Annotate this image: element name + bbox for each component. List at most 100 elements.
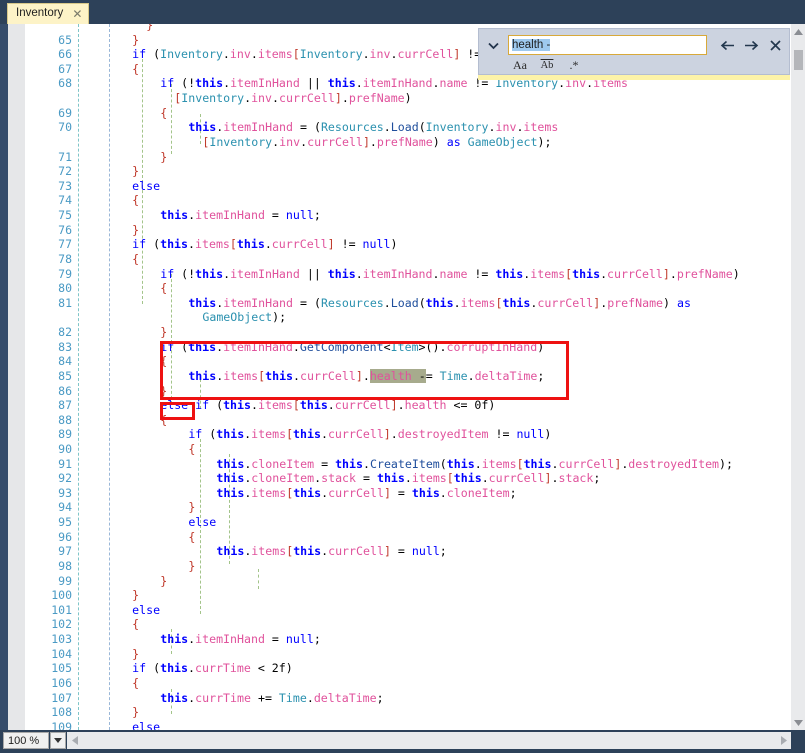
code-line[interactable]: 93 this.items[this.currCell] = this.clone… <box>8 486 791 501</box>
close-icon[interactable] <box>765 35 785 55</box>
code-line[interactable]: 106 { <box>8 676 791 691</box>
code-line[interactable]: 107 this.currTime += Time.deltaTime; <box>8 691 791 706</box>
code-line[interactable]: 104} <box>8 647 791 662</box>
code-line[interactable]: 95 else <box>8 515 791 530</box>
code-line[interactable]: 98} <box>8 559 791 574</box>
line-number: 97 <box>58 544 72 559</box>
code-text: else <box>132 719 161 730</box>
code-line[interactable]: 105 if (this.currTime < 2f) <box>8 661 791 676</box>
code-line[interactable]: 87 else if (this.items[this.currCell].hea… <box>8 398 791 413</box>
code-text: this.items[this.currCell] = null; <box>216 544 447 559</box>
chevron-down-icon[interactable] <box>50 732 66 749</box>
code-text: { <box>160 281 168 296</box>
line-number: 81 <box>58 295 72 310</box>
close-icon[interactable]: ✕ <box>72 8 82 20</box>
triangle-down-icon[interactable] <box>791 715 805 730</box>
code-text: this.itemInHand = null; <box>160 208 321 223</box>
code-line[interactable]: [Inventory.inv.currCell].prefName) <box>8 91 791 106</box>
triangle-up-icon[interactable] <box>791 24 805 39</box>
search-input[interactable]: health - <box>508 35 707 55</box>
code-line[interactable]: 82} <box>8 325 791 340</box>
line-number: 93 <box>58 485 72 500</box>
horizontal-scrollbar[interactable] <box>67 732 791 749</box>
triangle-left-icon[interactable] <box>67 732 82 749</box>
code-line[interactable]: 72} <box>8 164 791 179</box>
triangle-right-icon[interactable] <box>776 732 791 749</box>
line-number: 107 <box>51 690 72 705</box>
line-number: 94 <box>58 500 72 515</box>
line-number: 77 <box>58 237 72 252</box>
line-number: 70 <box>58 120 72 135</box>
code-line[interactable]: 70 this.itemInHand = (Resources.Load(Inve… <box>8 120 791 135</box>
find-previous-button[interactable] <box>717 35 737 55</box>
code-line[interactable]: 84 { <box>8 354 791 369</box>
code-line[interactable]: 89 if (this.items[this.currCell].destroye… <box>8 427 791 442</box>
line-number: 95 <box>58 515 72 530</box>
zoom-level-value[interactable]: 100 % <box>3 732 49 749</box>
code-editor[interactable]: } 65} 66 if (Inventory.inv.items[Inventory.… <box>8 24 791 730</box>
code-line[interactable]: 102 { <box>8 617 791 632</box>
line-number: 75 <box>58 208 72 223</box>
code-line[interactable]: 79 if (!this.itemInHand || this.itemInHan… <box>8 267 791 282</box>
line-number: 99 <box>58 573 72 588</box>
code-text: [Inventory.inv.currCell].prefName) <box>174 91 412 106</box>
code-text: } <box>188 500 196 515</box>
line-number: 109 <box>51 719 72 730</box>
find-next-button[interactable] <box>741 35 761 55</box>
code-line[interactable]: 83 if (this.itemInHand.GetComponent<Item>… <box>8 340 791 355</box>
code-text: this.cloneItem = this.CreateItem(this.it… <box>216 456 734 471</box>
code-line[interactable]: 73 else <box>8 179 791 194</box>
window-chrome-top <box>0 0 805 24</box>
line-number: 76 <box>58 222 72 237</box>
code-text: } <box>132 32 140 47</box>
code-line[interactable]: 109 else <box>8 720 791 730</box>
code-line[interactable]: 91 this.cloneItem = this.CreateItem(this.… <box>8 457 791 472</box>
vertical-scroll-thumb[interactable] <box>794 50 803 70</box>
code-line[interactable]: 108} <box>8 705 791 720</box>
code-line[interactable]: 75 this.itemInHand = null; <box>8 208 791 223</box>
match-case-toggle[interactable]: Aa <box>510 57 530 73</box>
code-line[interactable]: 96 { <box>8 530 791 545</box>
code-line[interactable]: 90 { <box>8 442 791 457</box>
code-line[interactable]: 85 this.items[this.currCell].health -= Ti… <box>8 368 791 384</box>
code-line[interactable]: 78 { <box>8 252 791 267</box>
line-number: 108 <box>51 705 72 720</box>
code-line[interactable]: 74 { <box>8 193 791 208</box>
code-line[interactable]: 77 if (this.items[this.currCell] != null) <box>8 237 791 252</box>
line-number: 66 <box>58 47 72 62</box>
code-line[interactable]: 97 this.items[this.currCell] = null; <box>8 544 791 559</box>
code-text: } <box>160 325 168 340</box>
document-tab-inventory[interactable]: Inventory ✕ <box>7 3 90 24</box>
line-number: 96 <box>58 529 72 544</box>
vertical-scrollbar[interactable] <box>791 24 805 730</box>
code-line[interactable]: 69 { <box>8 106 791 121</box>
code-line[interactable]: 80 { <box>8 281 791 296</box>
use-regex-toggle[interactable]: .* <box>564 57 584 73</box>
line-number: 104 <box>51 646 72 661</box>
code-line[interactable]: [Inventory.inv.currCell].prefName) as Ga… <box>8 135 791 150</box>
line-number: 67 <box>58 61 72 76</box>
find-widget[interactable]: health - Aa Ab .* <box>478 28 790 75</box>
code-line[interactable]: 81 this.itemInHand = (Resources.Load(this… <box>8 296 791 311</box>
code-text: { <box>188 441 196 456</box>
code-line[interactable]: 86} <box>8 384 791 399</box>
code-line[interactable]: 76} <box>8 223 791 238</box>
code-text: this.items[this.currCell].health -= Time… <box>188 368 545 383</box>
code-text: } <box>132 646 140 661</box>
line-number: 105 <box>51 661 72 676</box>
code-line[interactable]: 71} <box>8 150 791 165</box>
code-text: else <box>188 515 217 530</box>
code-line[interactable]: 92 this.cloneItem.stack = this.items[this… <box>8 471 791 486</box>
code-line[interactable]: 94} <box>8 500 791 515</box>
code-line[interactable]: 99} <box>8 574 791 589</box>
code-line[interactable]: 88 { <box>8 413 791 428</box>
match-whole-word-toggle[interactable]: Ab <box>537 57 557 73</box>
code-line[interactable]: 100} <box>8 588 791 603</box>
code-text: this.cloneItem.stack = this.items[this.c… <box>216 471 601 486</box>
chevron-down-icon[interactable] <box>485 38 501 54</box>
code-text: this.currTime += Time.deltaTime; <box>160 690 384 705</box>
code-line[interactable]: 101 else <box>8 603 791 618</box>
code-text: if (this.itemInHand.GetComponent<Item>()… <box>160 339 545 354</box>
code-line[interactable]: GameObject); <box>8 310 791 325</box>
code-line[interactable]: 103 this.itemInHand = null; <box>8 632 791 647</box>
